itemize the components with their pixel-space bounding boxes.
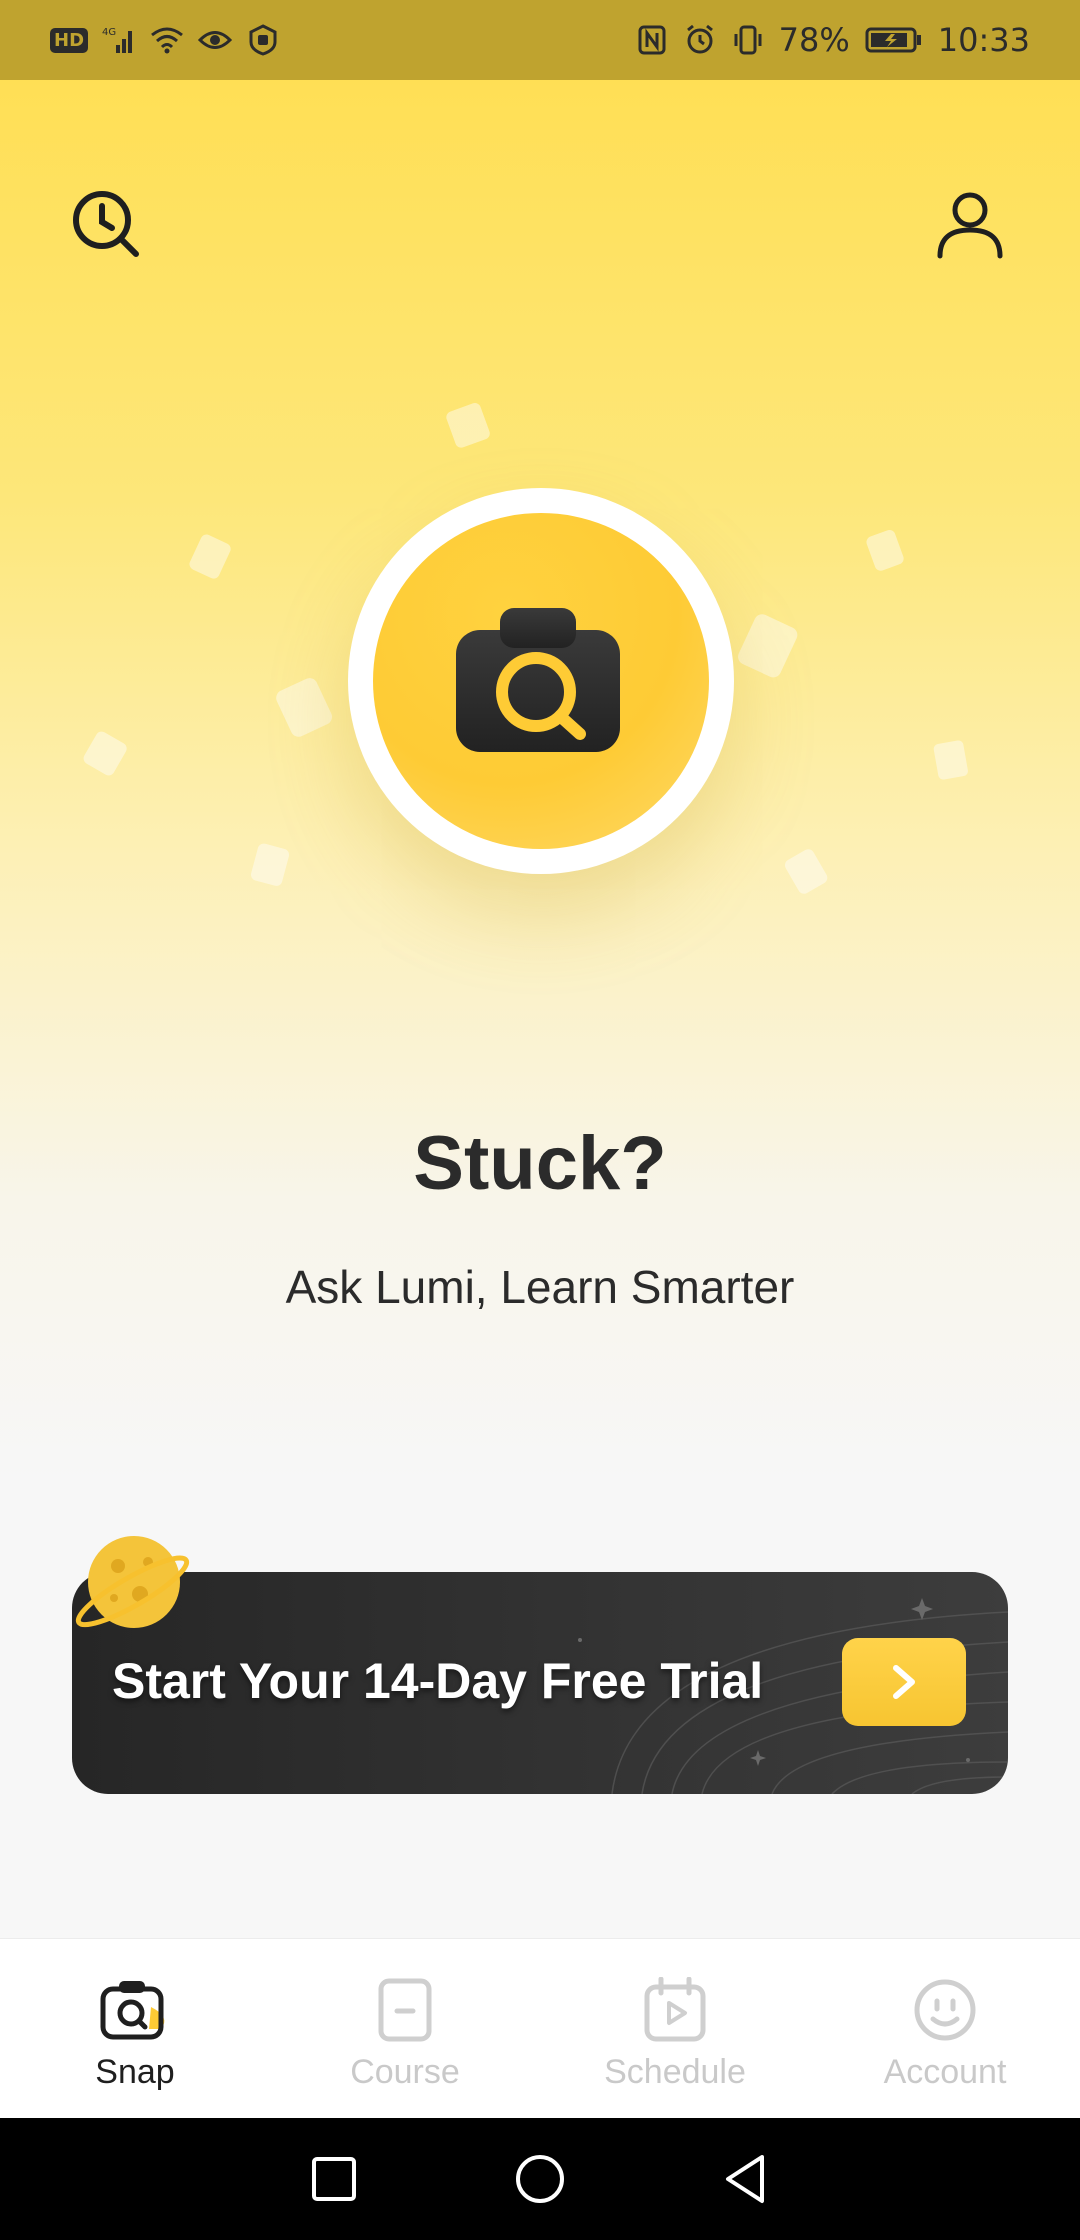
svg-text:4G: 4G	[102, 27, 116, 38]
hero-title: Stuck?	[413, 1121, 667, 1206]
document-decoration-icon	[189, 534, 231, 579]
nav-item-snap[interactable]: Snap	[0, 1939, 270, 2119]
status-time: 10:33	[937, 21, 1030, 59]
back-icon[interactable]	[718, 2151, 774, 2207]
document-decoration-icon	[933, 740, 968, 780]
chevron-right-icon	[893, 1665, 915, 1699]
status-bar: HD 4G 78% 10:33	[0, 0, 1080, 80]
nav-item-course[interactable]: Course	[270, 1939, 540, 2119]
camera-search-icon	[456, 608, 620, 752]
hero-section: Stuck? Ask Lumi, Learn Smarter	[0, 80, 1080, 1480]
document-decoration-icon	[446, 403, 490, 448]
battery-percent: 78%	[778, 21, 850, 59]
signal-4g-icon: 4G	[102, 23, 136, 57]
hero-subtitle: Ask Lumi, Learn Smarter	[285, 1261, 795, 1313]
nav-item-schedule[interactable]: Schedule	[540, 1939, 810, 2119]
recent-apps-icon[interactable]	[306, 2151, 362, 2207]
status-left: HD 4G	[50, 23, 280, 57]
free-trial-banner[interactable]: Start Your 14-Day Free Trial	[72, 1572, 1008, 1794]
alarm-icon	[683, 23, 717, 57]
document-decoration-icon	[251, 843, 290, 886]
course-icon	[378, 1978, 432, 2042]
nav-label-snap: Snap	[95, 2053, 175, 2091]
battery-charging-icon	[864, 23, 924, 57]
free-trial-arrow-button[interactable]	[842, 1638, 966, 1726]
history-icon[interactable]	[68, 186, 144, 262]
nav-label-account: Account	[883, 2053, 1007, 2091]
hd-icon: HD	[50, 27, 89, 53]
free-trial-text: Start Your 14-Day Free Trial	[112, 1653, 764, 1709]
planet-icon	[75, 1536, 190, 1628]
eye-icon	[198, 23, 233, 57]
bottom-nav: Snap Course Schedule Account	[0, 1938, 1080, 2119]
status-right: 78% 10:33	[635, 21, 1030, 59]
wifi-icon	[150, 23, 184, 57]
system-nav-bar	[0, 2118, 1080, 2240]
document-decoration-icon	[83, 731, 127, 776]
nav-label-course: Course	[350, 2053, 460, 2091]
snap-camera-button[interactable]	[348, 488, 734, 874]
camera-search-icon	[100, 1981, 165, 2040]
hand-shield-icon	[246, 23, 280, 57]
calendar-play-icon	[644, 1977, 706, 2042]
document-decoration-icon	[784, 849, 828, 894]
nav-item-account[interactable]: Account	[810, 1939, 1080, 2119]
smiley-icon	[914, 1979, 976, 2041]
document-decoration-icon	[276, 678, 332, 737]
vibrate-icon	[731, 23, 765, 57]
profile-icon[interactable]	[932, 186, 1008, 262]
nfc-icon	[635, 23, 669, 57]
nav-label-schedule: Schedule	[604, 2053, 746, 2091]
document-decoration-icon	[738, 614, 798, 678]
document-decoration-icon	[866, 529, 904, 571]
camera-button-face	[373, 513, 709, 849]
home-icon[interactable]	[512, 2151, 568, 2207]
